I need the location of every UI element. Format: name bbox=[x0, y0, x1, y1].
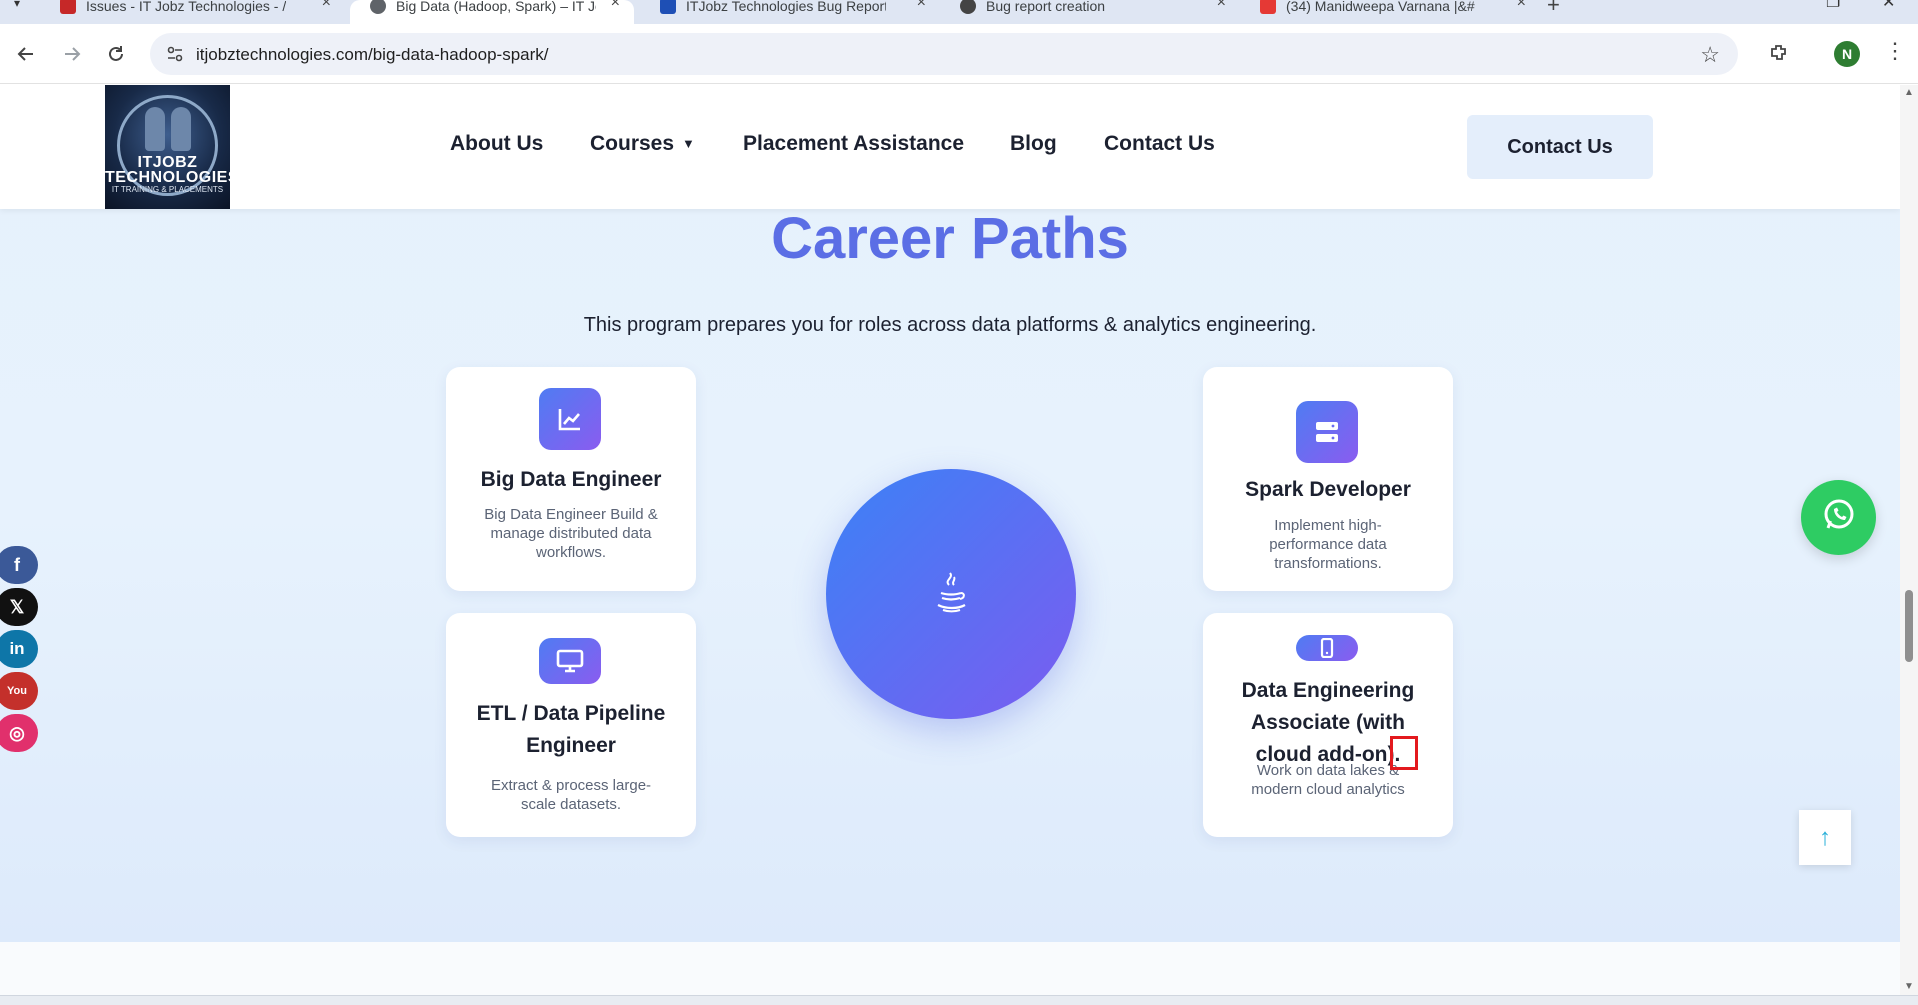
back-icon[interactable] bbox=[12, 40, 40, 68]
close-tab-icon[interactable]: × bbox=[322, 0, 331, 12]
favicon-icon bbox=[660, 0, 676, 14]
nav-blog[interactable]: Blog bbox=[1010, 132, 1057, 156]
browser-tab[interactable]: Bug report creation × bbox=[940, 0, 1240, 24]
restore-window-icon[interactable]: ❐ bbox=[1826, 0, 1840, 12]
close-tab-icon[interactable]: × bbox=[1217, 0, 1226, 12]
career-card-spark-developer: Spark Developer Implement high-performan… bbox=[1203, 367, 1453, 591]
arrow-up-icon: ↑ bbox=[1819, 823, 1831, 851]
card-title: Spark Developer bbox=[1245, 478, 1411, 501]
logo-subtext: IT TRAINING & PLACEMENTS bbox=[111, 185, 224, 194]
close-window-icon[interactable]: ✕ bbox=[1882, 0, 1895, 12]
favicon-icon bbox=[960, 0, 976, 14]
close-tab-icon[interactable]: × bbox=[1517, 0, 1526, 12]
scroll-up-arrow-icon[interactable]: ▲ bbox=[1904, 87, 1914, 98]
browser-menu-icon[interactable]: ⋮ bbox=[1884, 38, 1906, 64]
bookmark-star-icon[interactable]: ☆ bbox=[1700, 42, 1720, 68]
java-icon bbox=[933, 571, 969, 618]
nav-courses[interactable]: Courses ▼ bbox=[590, 132, 695, 156]
social-x-button[interactable]: 𝕏 bbox=[0, 588, 38, 626]
tab-label: (34) Manidweepa Varnana |&# bbox=[1286, 0, 1475, 14]
instagram-icon: ◎ bbox=[9, 722, 25, 743]
contact-us-button[interactable]: Contact Us bbox=[1467, 115, 1653, 179]
center-feature-circle bbox=[826, 469, 1076, 719]
card-description: Implement high-performance data transfor… bbox=[1269, 517, 1387, 572]
nav-about-us[interactable]: About Us bbox=[450, 132, 543, 156]
back-to-top-button[interactable]: ↑ bbox=[1799, 810, 1851, 865]
section-divider bbox=[0, 942, 1900, 995]
x-icon: 𝕏 bbox=[9, 596, 25, 617]
tab-label: Issues - IT Jobz Technologies - / bbox=[86, 0, 286, 14]
address-bar[interactable]: itjobztechnologies.com/big-data-hadoop-s… bbox=[150, 33, 1738, 75]
new-tab-icon[interactable]: + bbox=[1547, 0, 1560, 18]
favicon-icon bbox=[60, 0, 76, 14]
url-text: itjobztechnologies.com/big-data-hadoop-s… bbox=[196, 45, 549, 64]
page-viewport: ITJOBZ TECHNOLOGIES IT TRAINING & PLACEM… bbox=[0, 85, 1900, 995]
section-subtitle: This program prepares you for roles acro… bbox=[583, 314, 1317, 336]
profile-avatar[interactable]: N bbox=[1834, 41, 1860, 67]
browser-tab-bar: ▾ Issues - IT Jobz Technologies - / × Bi… bbox=[0, 0, 1918, 24]
browser-toolbar: itjobztechnologies.com/big-data-hadoop-s… bbox=[0, 24, 1918, 84]
linkedin-icon: in bbox=[9, 639, 25, 658]
reload-icon[interactable] bbox=[102, 40, 130, 68]
card-description: Big Data Engineer Build & manage distrib… bbox=[484, 506, 658, 561]
logo-figure bbox=[145, 107, 165, 151]
browser-tab[interactable]: Issues - IT Jobz Technologies - / × bbox=[40, 0, 345, 24]
whatsapp-chat-button[interactable] bbox=[1801, 480, 1876, 555]
line-chart-icon bbox=[539, 388, 601, 450]
taskbar-edge bbox=[0, 995, 1918, 1005]
social-facebook-button[interactable]: f bbox=[0, 546, 38, 584]
social-youtube-button[interactable]: You bbox=[0, 672, 38, 710]
youtube-icon: You bbox=[7, 685, 27, 697]
card-title: ETL / Data Pipeline Engineer bbox=[476, 702, 666, 757]
nav-placement-assistance[interactable]: Placement Assistance bbox=[743, 132, 964, 156]
career-card-big-data-engineer: Big Data Engineer Big Data Engineer Buil… bbox=[446, 367, 696, 591]
dropdown-caret-icon: ▼ bbox=[682, 136, 695, 151]
annotation-highlight-box bbox=[1390, 736, 1418, 770]
favicon-icon bbox=[1260, 0, 1276, 14]
tab-label: Bug report creation bbox=[986, 0, 1106, 14]
social-instagram-button[interactable]: ◎ bbox=[0, 714, 38, 752]
tab-search-icon[interactable]: ▾ bbox=[14, 0, 20, 10]
close-tab-icon[interactable]: × bbox=[611, 0, 620, 12]
scrollbar-thumb[interactable] bbox=[1905, 590, 1913, 662]
logo-figure bbox=[171, 107, 191, 151]
site-info-icon[interactable] bbox=[166, 45, 184, 68]
browser-tab[interactable]: (34) Manidweepa Varnana |&# × bbox=[1240, 0, 1540, 24]
facebook-icon: f bbox=[14, 554, 20, 575]
nav-courses-label: Courses bbox=[590, 132, 675, 155]
browser-tab-active[interactable]: Big Data (Hadoop, Spark) – IT Jo × bbox=[350, 0, 634, 24]
close-tab-icon[interactable]: × bbox=[917, 0, 926, 12]
social-linkedin-button[interactable]: in bbox=[0, 630, 38, 668]
section-title: Career Paths bbox=[771, 206, 1129, 271]
page-scrollbar[interactable]: ▲ ▼ bbox=[1900, 85, 1918, 995]
tab-label: Big Data (Hadoop, Spark) – IT Jo bbox=[396, 0, 596, 14]
mobile-icon bbox=[1296, 635, 1358, 661]
logo-text: ITJOBZ TECHNOLOGIES bbox=[105, 154, 230, 186]
desktop-icon bbox=[539, 638, 601, 684]
site-logo[interactable]: ITJOBZ TECHNOLOGIES IT TRAINING & PLACEM… bbox=[105, 85, 230, 209]
forward-icon[interactable] bbox=[58, 40, 86, 68]
tab-label: ITJobz Technologies Bug Report bbox=[686, 0, 886, 14]
favicon-icon bbox=[370, 0, 386, 14]
career-card-data-engineering-associate: Data Engineering Associate (with cloud a… bbox=[1203, 613, 1453, 837]
nav-contact-us[interactable]: Contact Us bbox=[1104, 132, 1215, 156]
card-title: Big Data Engineer bbox=[480, 468, 662, 491]
server-icon bbox=[1296, 401, 1358, 463]
career-card-etl-engineer: ETL / Data Pipeline Engineer Extract & p… bbox=[446, 613, 696, 837]
whatsapp-icon bbox=[1821, 497, 1857, 538]
browser-tab[interactable]: ITJobz Technologies Bug Report × bbox=[640, 0, 940, 24]
extensions-icon[interactable] bbox=[1768, 42, 1790, 69]
site-header: ITJOBZ TECHNOLOGIES IT TRAINING & PLACEM… bbox=[0, 85, 1900, 209]
scroll-down-arrow-icon[interactable]: ▼ bbox=[1904, 981, 1914, 992]
card-description: Extract & process large-scale datasets. bbox=[490, 777, 652, 813]
